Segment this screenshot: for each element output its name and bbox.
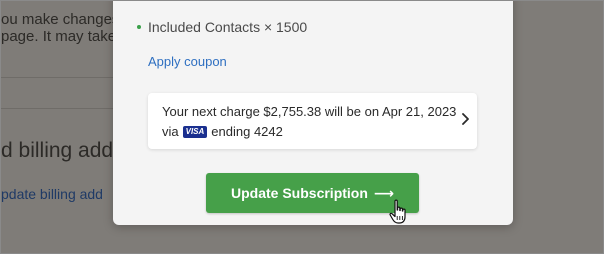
background-notice-line1: ou make changes (1, 11, 120, 28)
included-contacts-item: Included Contacts × 1500 (137, 19, 307, 35)
background-divider (1, 77, 113, 78)
included-contacts-label: Included Contacts × 1500 (148, 19, 308, 35)
modal-overlay (513, 1, 603, 253)
screenshot-frame: ou make changes page. It may take d bill… (0, 0, 604, 254)
next-charge-text: Your next charge $2,755.38 will be on Ap… (162, 104, 457, 119)
background-divider (1, 108, 113, 109)
card-ending-label: ending 4242 (211, 124, 283, 139)
apply-coupon-link[interactable]: Apply coupon (148, 54, 227, 69)
update-subscription-button[interactable]: Update Subscription ⟶ (206, 173, 419, 213)
payment-method-row: via VISA ending 4242 (162, 124, 283, 139)
visa-card-icon: VISA (182, 125, 208, 138)
background-notice-line2: page. It may take (1, 28, 117, 45)
background-update-billing-link: pdate billing add (1, 186, 103, 202)
hand-pointer-icon (389, 199, 406, 224)
update-subscription-label: Update Subscription (231, 185, 368, 201)
via-label: via (162, 124, 179, 139)
green-dot-icon (137, 25, 141, 29)
next-charge-card[interactable]: Your next charge $2,755.38 will be on Ap… (148, 93, 477, 149)
chevron-right-icon (462, 113, 469, 125)
subscription-modal: Included Contacts × 1500 Apply coupon Yo… (113, 1, 513, 225)
background-section-heading: d billing add (1, 139, 114, 162)
